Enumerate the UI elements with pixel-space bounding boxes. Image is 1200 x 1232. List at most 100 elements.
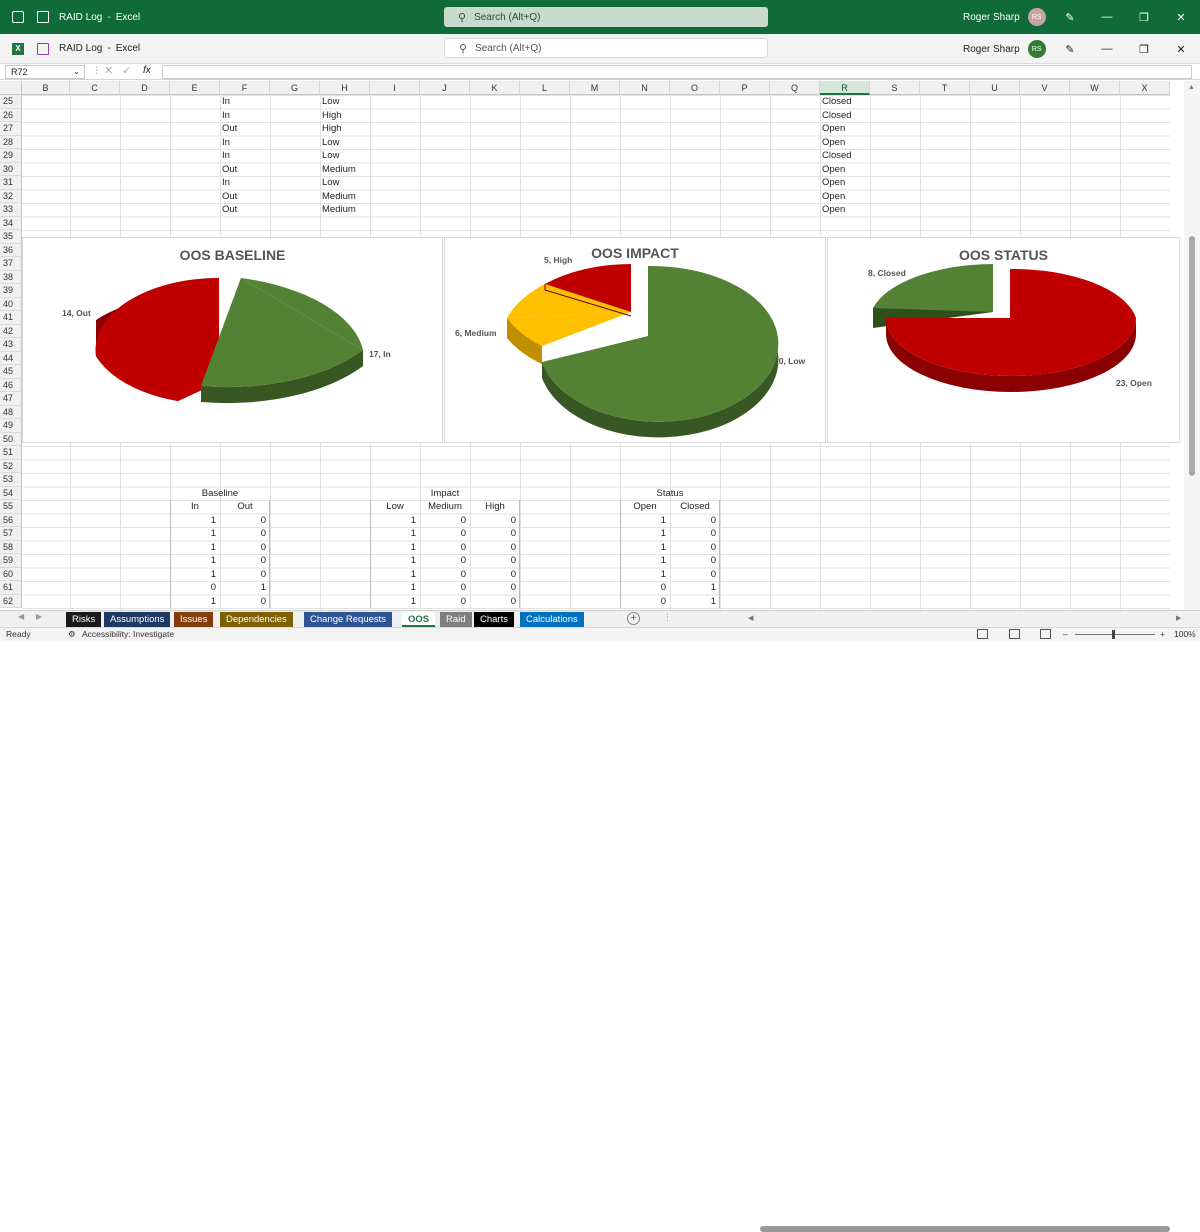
- cell-impact[interactable]: Low: [322, 95, 339, 109]
- add-sheet-button[interactable]: +: [627, 612, 640, 625]
- row-header[interactable]: 49: [0, 419, 22, 433]
- row-header[interactable]: 33: [0, 203, 22, 217]
- pie-slice-out[interactable]: [95, 277, 219, 401]
- cell-baseline[interactable]: Out: [222, 122, 237, 136]
- row-header[interactable]: 60: [0, 567, 22, 581]
- save-icon[interactable]: [37, 11, 49, 23]
- avatar[interactable]: RS: [1027, 8, 1046, 26]
- row-header[interactable]: 47: [0, 392, 22, 406]
- more-icon[interactable]: ⋮: [663, 612, 672, 623]
- column-header-r[interactable]: R: [820, 81, 870, 95]
- chart-oos-baseline[interactable]: OOS BASELINE 14, Out 17, In: [22, 237, 443, 443]
- row-header[interactable]: 26: [0, 108, 22, 122]
- row-header[interactable]: 44: [0, 351, 22, 365]
- search-input[interactable]: ⚲ Search (Alt+Q): [444, 38, 768, 58]
- column-header-c[interactable]: C: [70, 81, 120, 95]
- enter-icon[interactable]: ✓: [122, 64, 131, 77]
- cell-status[interactable]: Open: [822, 122, 845, 136]
- row-header[interactable]: 42: [0, 324, 22, 338]
- row-header[interactable]: 36: [0, 243, 22, 257]
- cell-impact[interactable]: Low: [322, 136, 339, 150]
- tab-calculations[interactable]: Calculations: [520, 612, 584, 627]
- row-header[interactable]: 61: [0, 581, 22, 595]
- chart-oos-impact[interactable]: OOS IMPACT 5, High 6, Medium 20, Low: [444, 237, 826, 443]
- column-header-x[interactable]: X: [1120, 81, 1170, 95]
- cell-impact[interactable]: Low: [322, 149, 339, 163]
- row-header[interactable]: 59: [0, 554, 22, 568]
- tab-issues[interactable]: Issues: [174, 612, 214, 627]
- page-layout-icon[interactable]: [1009, 629, 1020, 639]
- column-header-q[interactable]: Q: [770, 81, 820, 95]
- tab-oos[interactable]: OOS: [402, 612, 436, 627]
- status-header[interactable]: Status: [620, 487, 720, 501]
- cell-baseline[interactable]: In: [222, 176, 230, 190]
- zoom-slider[interactable]: [1075, 634, 1155, 635]
- cell-status[interactable]: Closed: [822, 109, 852, 123]
- row-header[interactable]: 41: [0, 311, 22, 325]
- tab-charts[interactable]: Charts: [474, 612, 514, 627]
- scroll-up-icon[interactable]: ▲: [1188, 84, 1195, 91]
- column-header-e[interactable]: E: [170, 81, 220, 95]
- column-header-m[interactable]: M: [570, 81, 620, 95]
- page-break-icon[interactable]: [1040, 629, 1051, 639]
- cancel-icon[interactable]: ✕: [104, 64, 113, 77]
- column-header-w[interactable]: W: [1070, 81, 1120, 95]
- vertical-scroll-thumb[interactable]: [1189, 236, 1195, 476]
- cell-impact[interactable]: Medium: [322, 203, 356, 217]
- cell-status[interactable]: Open: [822, 163, 845, 177]
- cell-baseline[interactable]: Out: [222, 163, 237, 177]
- cell-baseline[interactable]: Out: [222, 190, 237, 204]
- restore-button[interactable]: ❐: [1137, 10, 1151, 24]
- row-header[interactable]: 46: [0, 378, 22, 392]
- row-header[interactable]: 52: [0, 459, 22, 473]
- save-icon[interactable]: [37, 43, 49, 55]
- cell-impact[interactable]: Low: [322, 176, 339, 190]
- cell-baseline[interactable]: In: [222, 149, 230, 163]
- normal-view-icon[interactable]: [977, 629, 988, 639]
- chevron-down-icon[interactable]: ⌄: [73, 66, 80, 78]
- name-box[interactable]: R72 ⌄: [5, 65, 85, 79]
- row-header[interactable]: 31: [0, 176, 22, 190]
- row-header[interactable]: 25: [0, 95, 22, 109]
- restore-button[interactable]: ❐: [1137, 42, 1151, 56]
- avatar[interactable]: RS: [1027, 40, 1046, 58]
- cell-impact[interactable]: High: [322, 109, 342, 123]
- column-header-d[interactable]: D: [120, 81, 170, 95]
- row-header[interactable]: 34: [0, 216, 22, 230]
- row-header[interactable]: 57: [0, 527, 22, 541]
- row-header[interactable]: 39: [0, 284, 22, 298]
- impact-header[interactable]: Impact: [370, 487, 520, 501]
- cell-baseline[interactable]: In: [222, 136, 230, 150]
- row-header[interactable]: 37: [0, 257, 22, 271]
- column-header-p[interactable]: P: [720, 81, 770, 95]
- scroll-right-icon[interactable]: ▶: [1176, 614, 1181, 622]
- row-header[interactable]: 27: [0, 122, 22, 136]
- cell-status[interactable]: Open: [822, 176, 845, 190]
- vertical-scrollbar[interactable]: ▲: [1184, 81, 1200, 611]
- cell-impact[interactable]: High: [322, 122, 342, 136]
- column-header-i[interactable]: I: [370, 81, 420, 95]
- scroll-left-icon[interactable]: ◀: [748, 614, 753, 622]
- row-header[interactable]: 62: [0, 594, 22, 608]
- row-header[interactable]: 56: [0, 513, 22, 527]
- row-header[interactable]: 29: [0, 149, 22, 163]
- close-button[interactable]: ✕: [1174, 42, 1188, 56]
- close-button[interactable]: ✕: [1174, 10, 1188, 24]
- tab-scroll-left-icon[interactable]: ◀: [18, 612, 24, 621]
- tab-risks[interactable]: Risks: [66, 612, 102, 627]
- chart-oos-status[interactable]: OOS STATUS 8, Closed 23, Open: [827, 237, 1180, 443]
- baseline-header[interactable]: Baseline: [170, 487, 270, 501]
- cell-baseline[interactable]: In: [222, 95, 230, 109]
- cell-impact[interactable]: Medium: [322, 190, 356, 204]
- row-header[interactable]: 48: [0, 405, 22, 419]
- zoom-out-button[interactable]: –: [1063, 628, 1068, 641]
- tab-scroll-right-icon[interactable]: ▶: [36, 612, 42, 621]
- pen-icon[interactable]: ✎: [1063, 42, 1077, 56]
- zoom-slider-thumb[interactable]: [1112, 630, 1115, 639]
- tab-raid[interactable]: Raid: [440, 612, 472, 627]
- column-header-b[interactable]: B: [22, 81, 70, 95]
- row-header[interactable]: 35: [0, 230, 22, 244]
- user-account[interactable]: Roger Sharp RS: [963, 8, 1046, 26]
- row-header[interactable]: 32: [0, 189, 22, 203]
- tab-assumptions[interactable]: Assumptions: [104, 612, 171, 627]
